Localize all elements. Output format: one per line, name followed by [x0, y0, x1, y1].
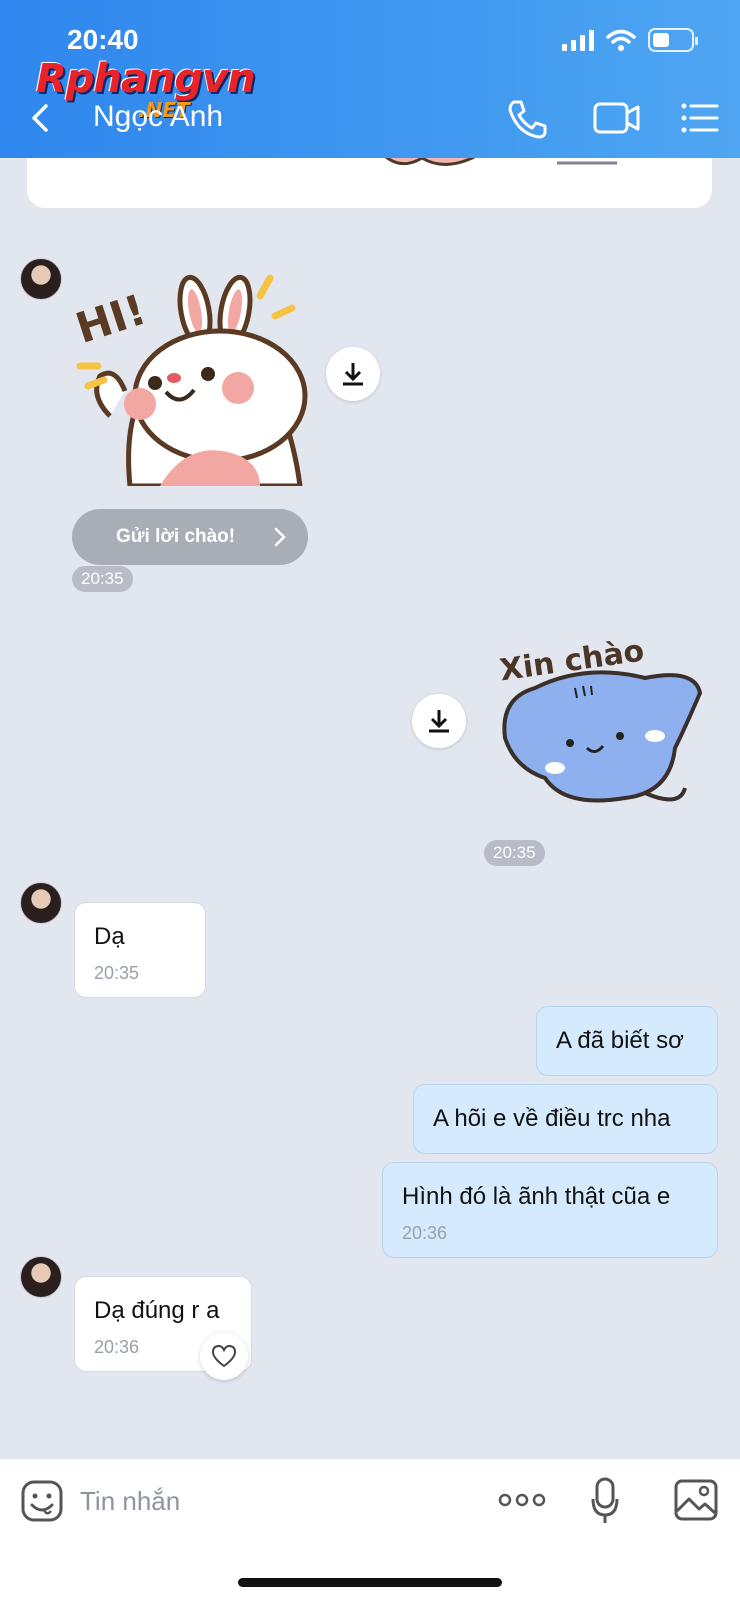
image-button[interactable]	[674, 1479, 718, 1521]
message-text: Dạ	[94, 923, 125, 950]
chat-area[interactable]: HI! Gửi lời chào! 20:35 Xin chào 20:35 D…	[0, 146, 740, 1458]
message-time: 20:35	[484, 840, 545, 866]
message-bubble-outgoing[interactable]: A hõi e về điều trc nha	[413, 1084, 718, 1154]
send-greeting-label: Gửi lời chào!	[116, 526, 236, 547]
status-time: 20:40	[67, 24, 139, 55]
contact-avatar[interactable]	[20, 258, 62, 300]
video-call-button[interactable]	[592, 96, 642, 140]
call-button[interactable]	[504, 96, 552, 140]
message-time: 20:35	[72, 566, 133, 592]
message-text: A đã biết sơ	[556, 1027, 684, 1054]
message-text: Dạ đúng r a	[94, 1297, 220, 1324]
message-bubble-incoming[interactable]: Dạ 20:35	[74, 902, 206, 998]
watermark-logo: Rphangvn	[36, 56, 256, 102]
message-bubble-outgoing[interactable]: A đã biết sơ	[536, 1006, 718, 1076]
wifi-icon	[606, 29, 636, 51]
send-greeting-button[interactable]: Gửi lời chào!	[72, 509, 308, 565]
contact-name[interactable]: Ngọc Anh	[93, 100, 223, 134]
download-button[interactable]	[326, 347, 380, 401]
menu-button[interactable]	[680, 96, 720, 140]
home-indicator[interactable]	[238, 1578, 502, 1587]
contact-avatar[interactable]	[20, 1256, 62, 1298]
message-input[interactable]	[80, 1483, 460, 1519]
mic-button[interactable]	[590, 1477, 620, 1525]
chat-header: 20:40 Rphangvn .NET Ngọc Anh	[0, 0, 740, 158]
status-icons	[562, 28, 698, 52]
sticker-xin-chao[interactable]: Xin chào	[495, 618, 715, 818]
svg-text:HI!: HI!	[70, 285, 152, 353]
message-input-bar	[0, 1458, 740, 1600]
back-button[interactable]	[22, 100, 58, 136]
emoji-button[interactable]	[20, 1479, 64, 1523]
message-time: 20:35	[94, 963, 140, 983]
like-button[interactable]	[200, 1332, 248, 1380]
message-time: 20:36	[402, 1223, 448, 1243]
message-text: Hình đó là ãnh thật cũa e	[402, 1183, 671, 1210]
message-bubble-outgoing[interactable]: Hình đó là ãnh thật cũa e 20:36	[382, 1162, 718, 1258]
battery-icon	[648, 28, 698, 52]
contact-avatar[interactable]	[20, 882, 62, 924]
chevron-right-icon	[274, 527, 286, 547]
heart-icon	[211, 1344, 237, 1368]
message-text: A hõi e về điều trc nha	[433, 1105, 671, 1132]
download-button[interactable]	[412, 694, 466, 748]
signal-icon	[562, 29, 594, 51]
more-button[interactable]	[498, 1489, 546, 1511]
download-icon	[343, 363, 363, 386]
download-icon	[429, 710, 449, 733]
sticker-hi[interactable]: HI!	[70, 266, 310, 486]
